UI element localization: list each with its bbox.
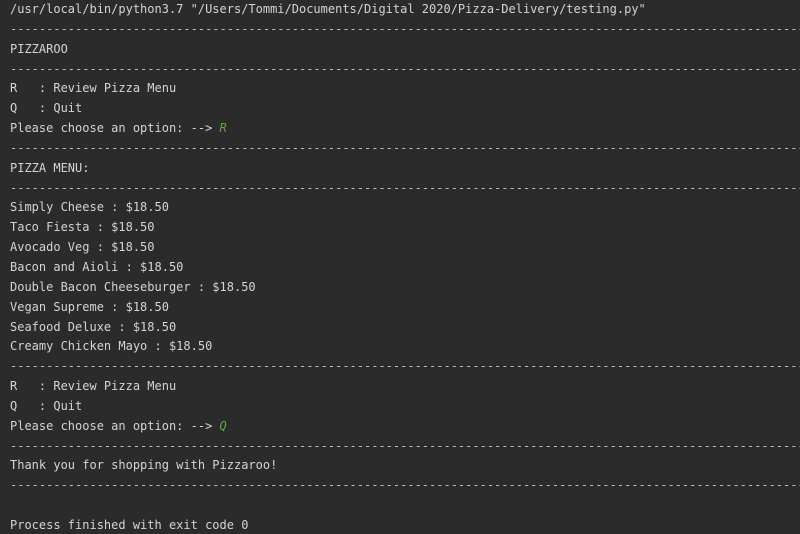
menu-option-review: R : Review Pizza Menu [10, 379, 177, 394]
separator: ----------------------------------------… [10, 140, 800, 155]
app-header: PIZZAROO [10, 41, 68, 56]
separator: ----------------------------------------… [10, 478, 800, 493]
separator: ----------------------------------------… [10, 180, 800, 195]
pizza-item: Avocado Veg : $18.50 [10, 240, 155, 255]
pizza-item: Seafood Deluxe : $18.50 [10, 319, 177, 334]
pizza-item: Taco Fiesta : $18.50 [10, 220, 155, 235]
prompt-line: Please choose an option: --> R [10, 119, 800, 139]
thank-you-message: Thank you for shopping with Pizzaroo! [10, 458, 278, 473]
pizza-item: Simply Cheese : $18.50 [10, 200, 169, 215]
pizza-item: Creamy Chicken Mayo : $18.50 [10, 339, 213, 354]
prompt-line: Please choose an option: --> Q [10, 417, 800, 437]
pizza-menu-title: PIZZA MENU: [10, 160, 90, 175]
separator: ----------------------------------------… [10, 61, 800, 76]
prompt-text: Please choose an option: --> [10, 418, 220, 433]
user-input: R [219, 121, 227, 136]
prompt-text: Please choose an option: --> [10, 121, 220, 136]
menu-option-review: R : Review Pizza Menu [10, 81, 177, 96]
pizza-item: Vegan Supreme : $18.50 [10, 299, 169, 314]
run-console-output[interactable]: /usr/local/bin/python3.7 "/Users/Tommi/D… [0, 0, 800, 534]
user-input: Q [219, 418, 227, 433]
separator: ----------------------------------------… [10, 21, 800, 36]
exit-message: Process finished with exit code 0 [10, 517, 249, 532]
command-line: /usr/local/bin/python3.7 "/Users/Tommi/D… [10, 2, 646, 16]
pizza-item: Double Bacon Cheeseburger : $18.50 [10, 279, 256, 294]
separator: ----------------------------------------… [10, 438, 800, 453]
separator: ----------------------------------------… [10, 359, 800, 374]
pizza-item: Bacon and Aioli : $18.50 [10, 259, 184, 274]
menu-option-quit: Q : Quit [10, 101, 83, 116]
menu-option-quit: Q : Quit [10, 398, 83, 413]
